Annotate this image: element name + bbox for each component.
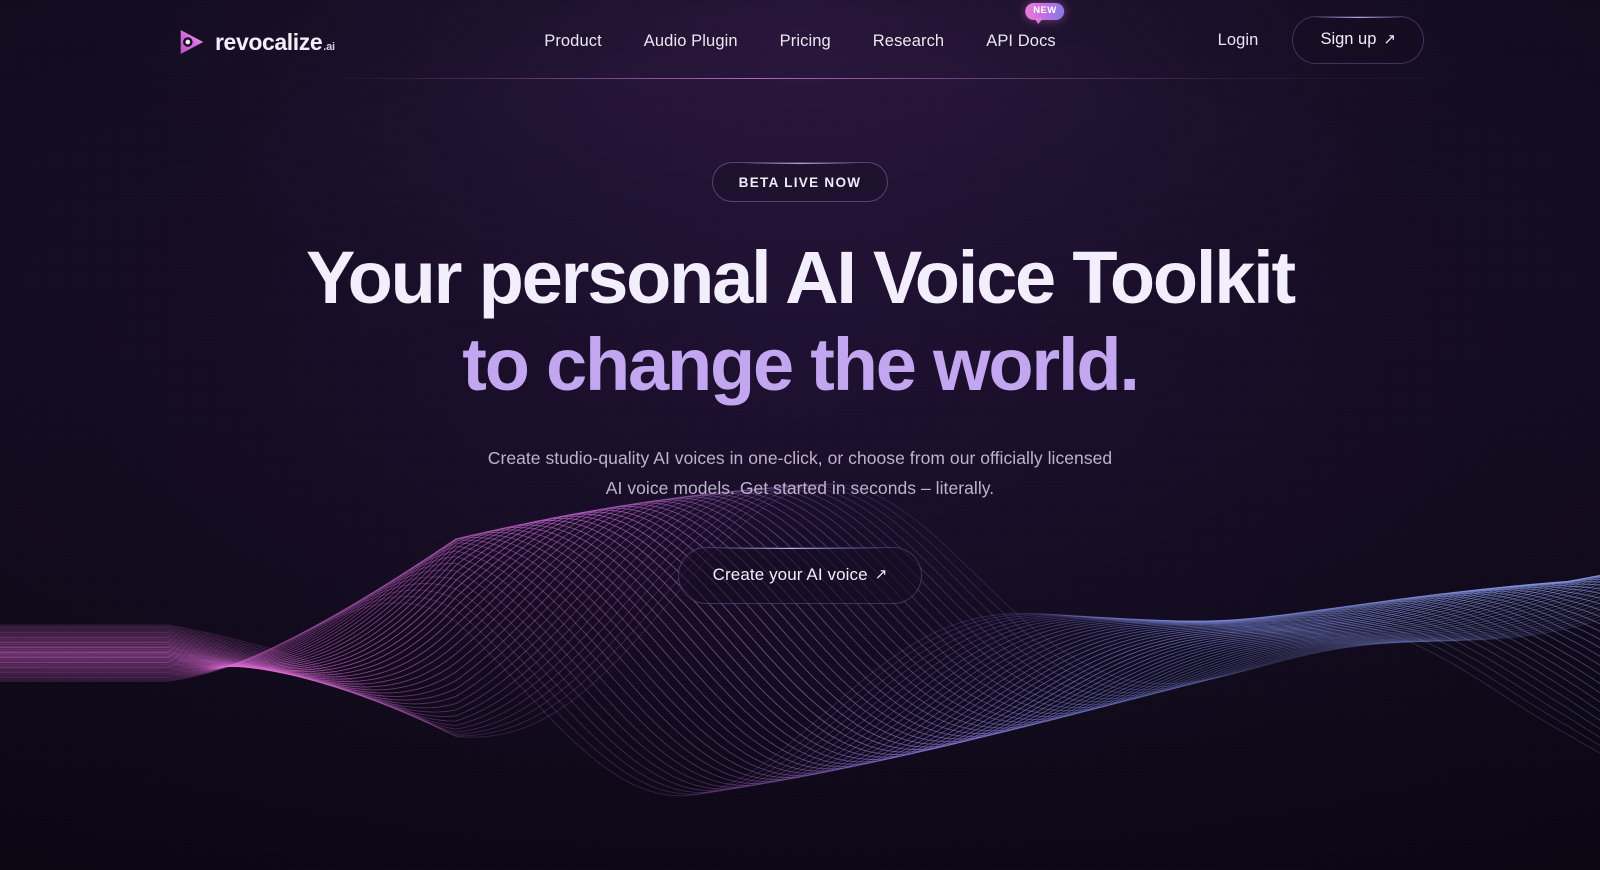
hero-section: BETA LIVE NOW Your personal AI Voice Too…: [0, 0, 1600, 604]
nav-label: Pricing: [779, 32, 831, 50]
arrow-up-right-icon: ↗: [1383, 31, 1396, 48]
nav-item-api-docs[interactable]: NEW API Docs: [985, 3, 1065, 54]
nav-label: Research: [872, 32, 945, 50]
subtitle-line-2: AI voice models. Get started in seconds …: [605, 477, 995, 498]
logo-name: revocalize: [215, 28, 323, 55]
logo-suffix: .ai: [323, 40, 335, 53]
subtitle-line-1: Create studio-quality AI voices in one-c…: [487, 448, 1113, 469]
main-navigation: Product Audio Plugin Pricing Research NE…: [543, 3, 1065, 54]
headline-line-1: Your personal AI Voice Toolkit: [306, 236, 1296, 319]
nav-label: Audio Plugin: [643, 32, 738, 50]
header-actions: Login Sign up ↗: [1218, 16, 1424, 64]
page-title: Your personal AI Voice Toolkit to change…: [306, 235, 1296, 408]
new-badge: NEW: [1025, 3, 1065, 24]
cta-label: Create your AI voice: [712, 564, 868, 584]
logo-link[interactable]: revocalize .ai: [176, 27, 335, 57]
headline-line-2: to change the world.: [462, 322, 1140, 406]
site-header: revocalize .ai Product Audio Plugin Pric…: [0, 0, 1600, 84]
create-voice-cta-button[interactable]: Create your AI voice ↗: [677, 546, 923, 604]
nav-item-research[interactable]: Research: [872, 29, 945, 54]
nav-label: Product: [544, 32, 602, 50]
nav-label: API Docs: [986, 32, 1056, 50]
hero-subtitle: Create studio-quality AI voices in one-c…: [488, 444, 1112, 503]
arrow-up-right-icon: ↗: [874, 566, 888, 584]
signup-label: Sign up: [1320, 30, 1377, 48]
login-link[interactable]: Login: [1218, 31, 1259, 50]
nav-item-audio-plugin[interactable]: Audio Plugin: [643, 29, 739, 54]
logo-wordmark: revocalize .ai: [215, 29, 335, 56]
play-triangle-icon: [176, 27, 206, 57]
beta-status-badge: BETA LIVE NOW: [711, 162, 889, 202]
nav-item-product[interactable]: Product: [543, 29, 603, 54]
nav-item-pricing[interactable]: Pricing: [779, 29, 832, 54]
signup-button[interactable]: Sign up ↗: [1292, 16, 1424, 64]
